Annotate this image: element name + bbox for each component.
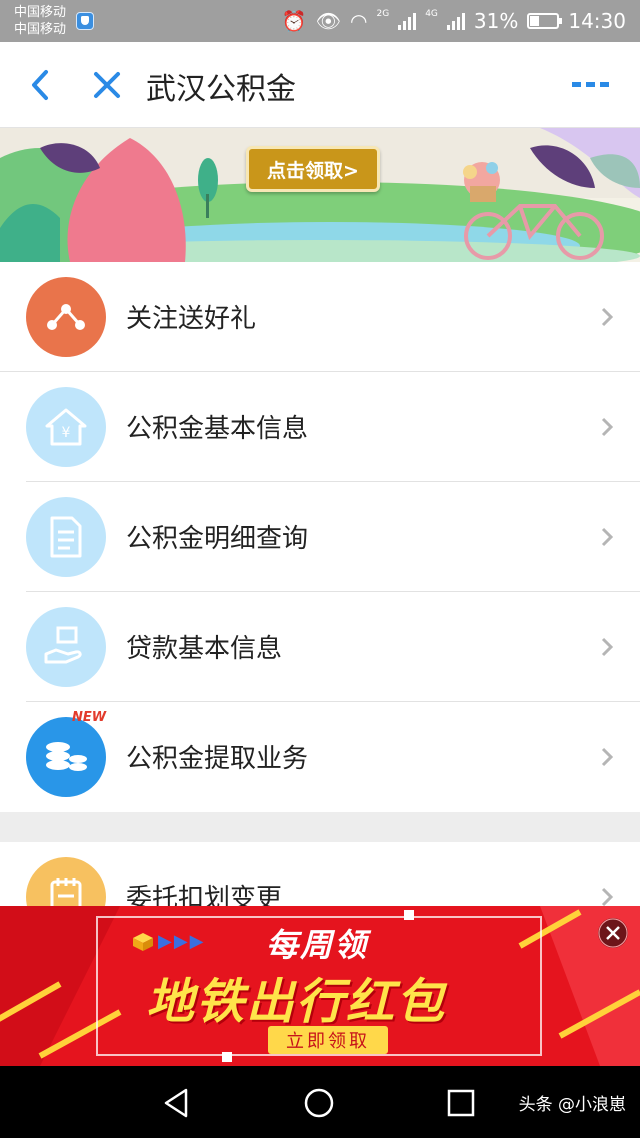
signal-icon-a xyxy=(398,12,417,30)
chevron-right-icon xyxy=(601,307,614,327)
chevron-right-icon xyxy=(601,747,614,767)
chevron-right-icon xyxy=(601,417,614,437)
menu-item-entrust-deduction-change[interactable]: 委托扣划变更 xyxy=(0,842,640,906)
claim-button[interactable]: 点击领取> xyxy=(246,146,380,192)
status-bar: 中国移动 中国移动 ⏰ 👁 ◠ 2G 4G 31% 14:30 xyxy=(0,0,640,42)
promo-banner[interactable]: 点击领取> xyxy=(0,128,640,262)
claim-now-button[interactable]: 立即领取 xyxy=(268,1026,388,1054)
menu-item-label: 关注送好礼 xyxy=(126,304,257,334)
cube-icon xyxy=(133,933,153,951)
alarm-icon: ⏰ xyxy=(281,9,307,33)
page-title: 武汉公积金 xyxy=(146,72,296,107)
ad-headline: 每周领 xyxy=(266,926,369,964)
chevron-right-icon xyxy=(601,637,614,657)
menu-item-label: 公积金基本信息 xyxy=(126,414,309,444)
coins-icon xyxy=(26,717,106,797)
close-ad-icon[interactable] xyxy=(598,918,628,948)
ad-title: 地铁出行红包 xyxy=(146,974,447,1030)
menu-item-fund-basic-info[interactable]: ¥ 公积金基本信息 xyxy=(0,372,640,482)
system-nav-bar: 头条 @小浪崽 xyxy=(0,1066,640,1138)
more-options-icon[interactable] xyxy=(570,76,610,92)
network-type-b: 4G xyxy=(425,9,438,19)
section-gap xyxy=(0,812,640,842)
notepad-icon xyxy=(26,857,106,906)
battery-percent: 31% xyxy=(473,9,519,33)
arrows-icon: ▶▶▶ xyxy=(158,931,206,952)
clock: 14:30 xyxy=(568,9,626,33)
security-shield-icon xyxy=(76,12,94,30)
home-circle-icon[interactable] xyxy=(302,1086,336,1120)
menu-item-label: 公积金明细查询 xyxy=(126,524,309,554)
service-menu-2: 委托扣划变更 xyxy=(0,842,640,906)
hand-money-icon xyxy=(26,607,106,687)
network-type-a: 2G xyxy=(376,9,390,19)
menu-item-label: 贷款基本信息 xyxy=(126,634,283,664)
menu-item-label: 委托扣划变更 xyxy=(126,884,283,906)
wifi-icon: ◠ xyxy=(350,9,368,33)
document-icon xyxy=(26,497,106,577)
eye-icon: 👁 xyxy=(315,9,342,33)
house-yuan-icon: ¥ xyxy=(26,387,106,467)
menu-item-follow-gift[interactable]: 关注送好礼 xyxy=(0,262,640,372)
watermark: 头条 @小浪崽 xyxy=(518,1095,626,1115)
status-icons: ⏰ 👁 ◠ 2G 4G 31% 14:30 xyxy=(282,9,626,33)
close-icon[interactable] xyxy=(90,68,124,102)
carrier-1: 中国移动 xyxy=(14,5,67,20)
chevron-right-icon xyxy=(601,887,614,906)
ad-banner[interactable]: ▶▶▶ 每周领 地铁出行红包 立即领取 xyxy=(0,906,640,1066)
menu-item-label: 公积金提取业务 xyxy=(126,744,309,774)
menu-item-fund-withdrawal[interactable]: NEW 公积金提取业务 xyxy=(0,702,640,812)
new-badge: NEW xyxy=(72,710,107,725)
chevron-right-icon xyxy=(601,527,614,547)
nav-bar: 武汉公积金 xyxy=(0,42,640,128)
carrier-2: 中国移动 xyxy=(14,22,67,37)
battery-icon xyxy=(527,13,563,29)
menu-item-fund-detail-query[interactable]: 公积金明细查询 xyxy=(0,482,640,592)
svg-text:¥: ¥ xyxy=(62,425,71,441)
signal-icon-b xyxy=(446,12,465,30)
back-triangle-icon[interactable] xyxy=(160,1086,194,1120)
share-nodes-icon xyxy=(26,277,106,357)
menu-item-loan-basic-info[interactable]: 贷款基本信息 xyxy=(0,592,640,702)
carrier-labels: 中国移动 中国移动 xyxy=(14,4,66,38)
back-arrow-icon[interactable] xyxy=(26,68,56,102)
service-menu: 关注送好礼 ¥ 公积金基本信息 公积金明细查询 贷款基本信息 NEW 公积金提取… xyxy=(0,262,640,812)
recent-apps-square-icon[interactable] xyxy=(444,1086,478,1120)
